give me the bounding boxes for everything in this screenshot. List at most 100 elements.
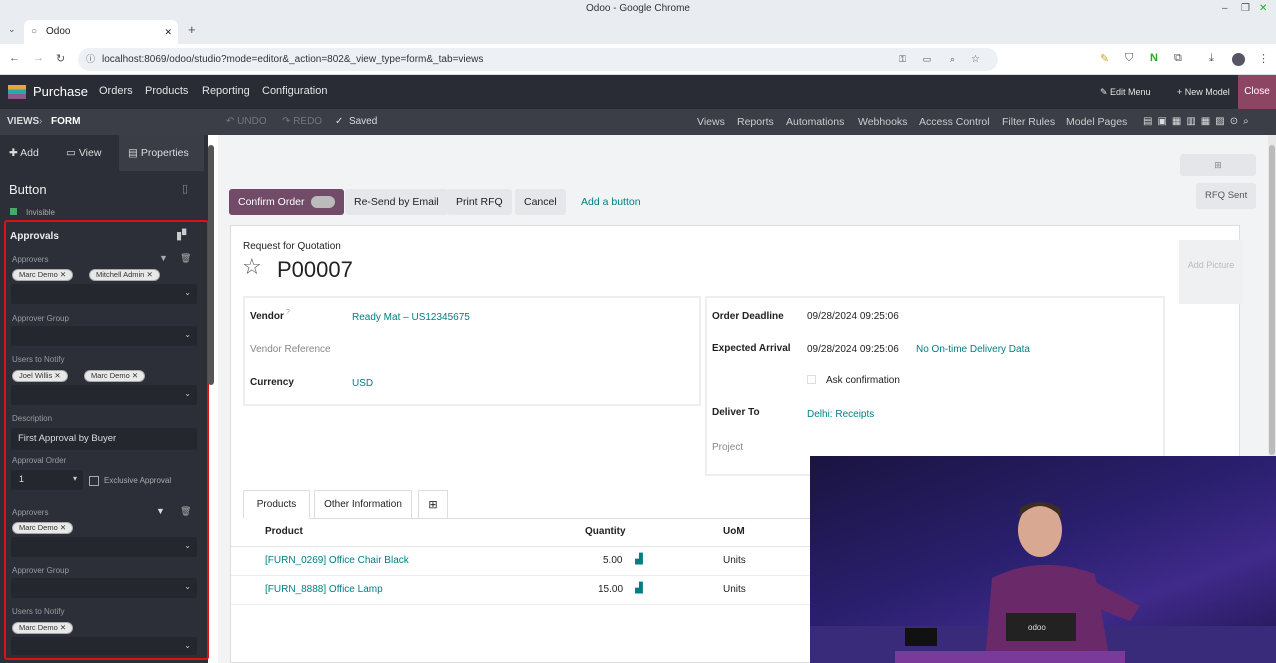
extension-pencil-icon[interactable]: ✎	[1100, 52, 1109, 65]
redo-button[interactable]: ↷ REDO	[282, 116, 322, 127]
rule2-notify-select[interactable]: ⌄	[11, 637, 197, 655]
rule1-notify-chip[interactable]: Joel Willis ✕	[12, 370, 68, 382]
add-status-icon[interactable]: ⊞	[1180, 154, 1256, 176]
view-type-icons[interactable]: ▤▣▦▥▦▨⊙⌕	[1143, 116, 1254, 127]
extensions-puzzle-icon[interactable]: ⧉	[1174, 52, 1182, 65]
new-tab-icon[interactable]: +	[188, 22, 196, 37]
tab-other-information[interactable]: Other Information	[314, 490, 412, 519]
order-deadline-value[interactable]: 09/28/2024 09:25:06	[807, 311, 899, 322]
rule1-approver-chip[interactable]: Mitchell Admin ✕	[89, 269, 160, 281]
line-uom[interactable]: Units	[723, 555, 746, 566]
exclusive-approval-checkbox[interactable]	[89, 476, 99, 486]
tab-products[interactable]: Products	[243, 490, 310, 519]
rule1-filter-icon[interactable]: ▼	[159, 253, 168, 263]
breadcrumb-views[interactable]: VIEWS	[7, 116, 39, 127]
rule2-approvers-select[interactable]: ⌄	[11, 537, 197, 557]
column-uom[interactable]: UoM	[723, 526, 745, 537]
expected-arrival-value[interactable]: 09/28/2024 09:25:06	[807, 344, 899, 355]
rule2-group-select[interactable]: ⌄	[11, 578, 197, 598]
tab-add[interactable]: ✚ Add	[9, 135, 39, 171]
column-product[interactable]: Product	[265, 526, 303, 537]
cast-icon[interactable]: ▭	[922, 48, 931, 71]
column-quantity[interactable]: Quantity	[585, 526, 626, 537]
line-quantity[interactable]: 5.00	[603, 555, 622, 566]
back-icon[interactable]: ←	[9, 52, 20, 64]
site-info-icon[interactable]: ⓘ	[86, 48, 95, 71]
menu-configuration[interactable]: Configuration	[262, 85, 327, 97]
restore-icon[interactable]: ❐	[1241, 0, 1250, 18]
bookmark-star-icon[interactable]: ☆	[971, 48, 980, 71]
menu-products[interactable]: Products	[145, 85, 188, 97]
close-studio-button[interactable]: Close	[1238, 75, 1276, 109]
rule1-approver-chip[interactable]: Marc Demo ✕	[12, 269, 74, 281]
app-name[interactable]: Purchase	[33, 84, 88, 99]
vendor-value[interactable]: Ready Mat – US12345675	[352, 312, 470, 323]
scroll-thumb[interactable]	[1269, 145, 1275, 455]
tab-view[interactable]: ▭ View	[66, 135, 101, 171]
key-icon[interactable]: ⚿	[899, 48, 906, 71]
studio-link-views[interactable]: Views	[697, 116, 725, 128]
profile-avatar[interactable]	[1232, 53, 1245, 66]
add-a-button-link[interactable]: Add a button	[572, 189, 650, 215]
add-tab-icon[interactable]: ⊞	[418, 490, 448, 519]
invisible-checkbox[interactable]	[10, 208, 17, 215]
tab-search-icon[interactable]: ⌄	[8, 24, 16, 35]
rule2-filter-icon[interactable]: ▼	[156, 506, 165, 516]
resend-email-button[interactable]: Re-Send by Email	[345, 189, 448, 215]
rule2-trash-icon[interactable]: 🗑	[180, 506, 191, 517]
doc-icon[interactable]: ▯	[182, 182, 188, 195]
download-icon[interactable]: ⤓	[1209, 52, 1214, 65]
zoom-icon[interactable]: ⌕	[950, 48, 955, 71]
forecast-chart-icon[interactable]: ▟	[635, 554, 643, 565]
rule2-notify-chip[interactable]: Marc Demo ✕	[12, 622, 74, 634]
undo-button[interactable]: ↶ UNDO	[226, 116, 267, 127]
browser-tab[interactable]: ○ Odoo ✕	[24, 20, 178, 44]
rule1-notify-select[interactable]: ⌄	[11, 385, 197, 405]
deliver-to-value[interactable]: Delhi: Receipts	[807, 409, 874, 420]
studio-link-automations[interactable]: Automations	[786, 116, 844, 128]
rule1-trash-icon[interactable]: 🗑	[180, 253, 191, 264]
cancel-button[interactable]: Cancel	[515, 189, 566, 215]
line-quantity[interactable]: 15.00	[598, 584, 623, 595]
n-extension-icon[interactable]: N	[1150, 52, 1158, 64]
line-product[interactable]: [FURN_0269] Office Chair Black	[265, 555, 409, 566]
line-product[interactable]: [FURN_8888] Office Lamp	[265, 584, 383, 595]
rule1-description-input[interactable]: First Approval by Buyer	[11, 428, 197, 450]
new-model-button[interactable]: + New Model	[1177, 87, 1230, 97]
rule1-notify-chip[interactable]: Marc Demo ✕	[84, 370, 146, 382]
rule1-approvers-select[interactable]: ⌄	[11, 284, 197, 304]
favorite-star-icon[interactable]: ☆	[242, 254, 262, 280]
app-logo-icon[interactable]	[8, 85, 26, 99]
forecast-chart-icon[interactable]: ▟	[635, 583, 643, 594]
rule1-order-select[interactable]: 1 ▾	[11, 470, 83, 490]
close-window-icon[interactable]: ✕	[1259, 0, 1267, 18]
edit-menu-button[interactable]: ✎ Edit Menu	[1100, 87, 1151, 98]
forward-icon[interactable]: →	[33, 52, 44, 64]
ontime-delivery-link[interactable]: No On-time Delivery Data	[916, 344, 1030, 355]
currency-value[interactable]: USD	[352, 378, 373, 389]
sidebar-scrollbar[interactable]	[208, 145, 214, 385]
rule1-group-select[interactable]: ⌄	[11, 326, 197, 346]
confirm-order-button[interactable]: Confirm Order	[229, 189, 345, 215]
studio-link-access-control[interactable]: Access Control	[919, 116, 990, 128]
menu-reporting[interactable]: Reporting	[202, 85, 250, 97]
ask-confirmation-checkbox[interactable]	[807, 375, 816, 384]
shield-extension-icon[interactable]: ⛉	[1125, 52, 1133, 65]
status-rfq-sent[interactable]: RFQ Sent	[1196, 183, 1257, 209]
url-field[interactable]: ⓘ localhost:8069/odoo/studio?mode=editor…	[78, 48, 998, 71]
approvals-toggle-icon[interactable]: ▮▘	[176, 229, 191, 242]
print-rfq-button[interactable]: Print RFQ	[447, 189, 512, 215]
studio-link-filter-rules[interactable]: Filter Rules	[1002, 116, 1055, 128]
reload-icon[interactable]: ↻	[56, 52, 65, 65]
studio-link-webhooks[interactable]: Webhooks	[858, 116, 907, 128]
rule2-approver-chip[interactable]: Marc Demo ✕	[12, 522, 74, 534]
studio-link-reports[interactable]: Reports	[737, 116, 774, 128]
chrome-menu-icon[interactable]: ⋮	[1258, 52, 1269, 65]
menu-orders[interactable]: Orders	[99, 85, 133, 97]
line-uom[interactable]: Units	[723, 584, 746, 595]
tab-properties[interactable]: ▤ Properties	[119, 135, 204, 171]
minimize-icon[interactable]: –	[1222, 0, 1228, 18]
studio-link-model-pages[interactable]: Model Pages	[1066, 116, 1127, 128]
tab-close-icon[interactable]: ✕	[164, 20, 172, 44]
add-picture-placeholder[interactable]: Add Picture	[1179, 240, 1243, 304]
